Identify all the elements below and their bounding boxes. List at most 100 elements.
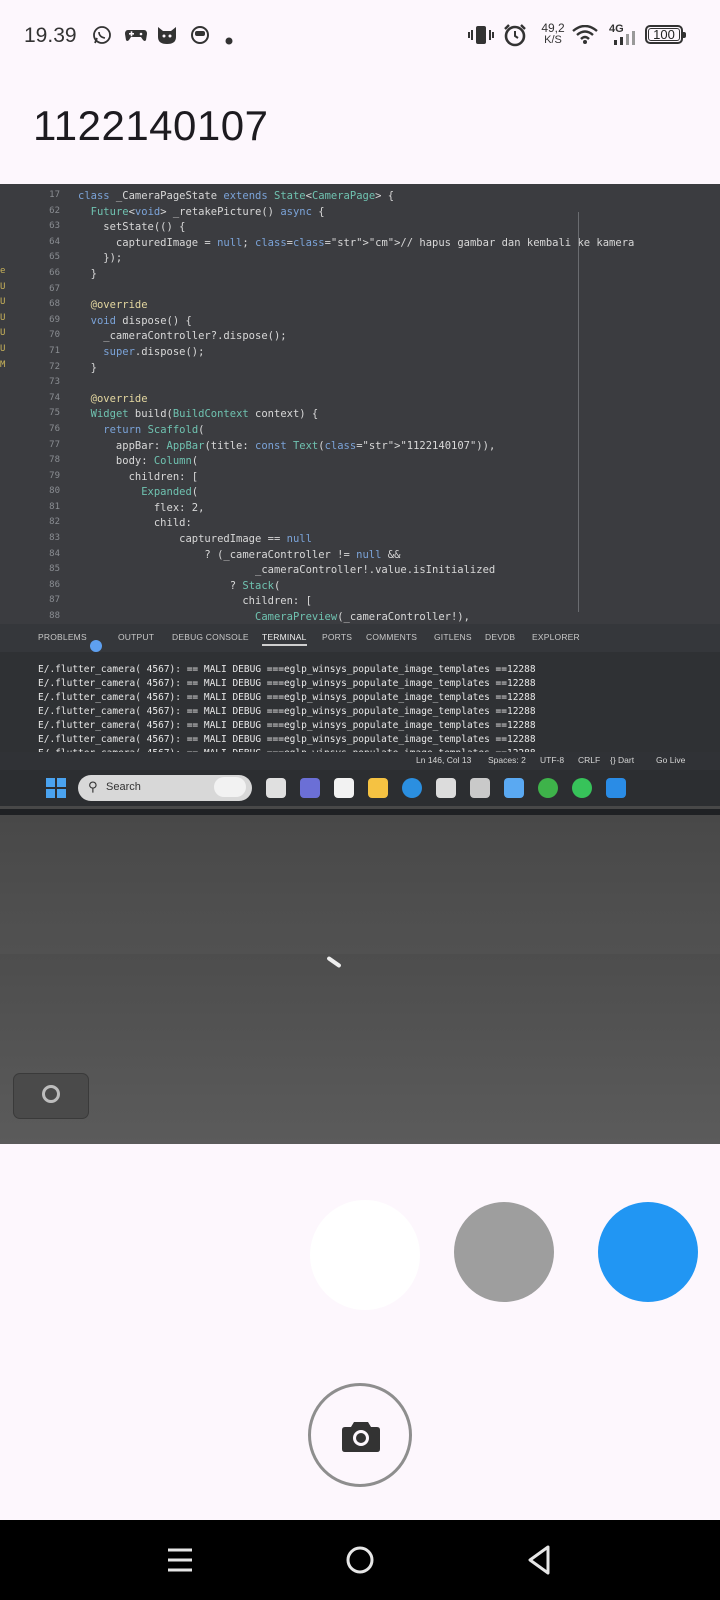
preview-tab-comments: COMMENTS (366, 632, 418, 642)
preview-taskbar: ⚲ Search (0, 770, 720, 806)
preview-line-number: 68 (49, 299, 60, 310)
preview-gutter-mark: M (0, 359, 6, 370)
preview-gutter-mark: U (0, 343, 6, 354)
preview-eol: CRLF (578, 755, 601, 765)
preview-line-number: 76 (49, 423, 60, 434)
preview-code-line (78, 377, 634, 393)
network-speed: 49,2 K/S (536, 22, 570, 46)
problems-badge (89, 640, 102, 652)
preview-tab-gitlens: GITLENS (434, 632, 472, 642)
preview-line-number: 65 (49, 252, 60, 263)
preview-line-number: 72 (49, 361, 60, 372)
preview-line-number: 83 (49, 533, 60, 544)
preview-code-line: ? Stack( (78, 579, 281, 592)
xbox-icon (538, 778, 558, 798)
preview-code-lines: class _CameraPageState extends State<Cam… (78, 190, 634, 627)
game-controller-icon (124, 27, 148, 48)
network-speed-value: 49,2 (541, 21, 565, 35)
preview-line-number: 70 (49, 330, 60, 341)
battery-nub (683, 32, 686, 38)
home-icon[interactable] (338, 1538, 382, 1582)
preview-line-number: 79 (49, 470, 60, 481)
preview-line-number: 81 (49, 501, 60, 512)
copilot-icon (334, 778, 354, 798)
preview-code-line: @override (90, 299, 148, 312)
preview-power-key (14, 1074, 88, 1118)
preview-tab-devdb: DEVDB (485, 632, 516, 642)
preview-go-live: Go Live (656, 755, 686, 765)
preview-code-editor: eUUUUUM 17 62 63 64 65 66 67 68 69 70 71 72 73 74 75 76… (0, 184, 720, 624)
github-icon (470, 778, 490, 798)
preview-line-number: 67 (49, 283, 60, 294)
preview-gutter-mark: U (0, 312, 6, 323)
preview-code-line: } (78, 267, 97, 280)
preview-terminal-line: E/.flutter_camera( 4567): == MALI DEBUG … (38, 664, 536, 675)
preview-code-line: Expanded( (141, 486, 199, 499)
vscode-icon (606, 778, 626, 798)
vibrate-icon (468, 24, 494, 51)
preview-terminal: E/.flutter_camera( 4567): == MALI DEBUG … (0, 652, 720, 774)
preview-terminal-line: E/.flutter_camera( 4567): == MALI DEBUG … (38, 692, 536, 703)
preview-line-number: 86 (49, 579, 60, 590)
power-icon (42, 1085, 60, 1103)
menu-icon[interactable] (158, 1538, 202, 1582)
preview-line-number: 73 (49, 377, 60, 388)
preview-code-line: void dispose() { (90, 314, 192, 327)
preview-line-number: 75 (49, 408, 60, 419)
preview-line-number: 77 (49, 439, 60, 450)
preview-code-line: Future<void> _retakePicture() async { (90, 205, 325, 218)
alarm-icon (503, 23, 527, 52)
preview-editor-statusline: Ln 146, Col 13 Spaces: 2 UTF-8 CRLF {} D… (0, 752, 720, 770)
preview-line-number: 71 (49, 345, 60, 356)
preview-line-number: 17 (49, 190, 60, 200)
dot-icon (225, 32, 233, 50)
camera-preview: eUUUUUM 17 62 63 64 65 66 67 68 69 70 71 72 73 74 75 76… (0, 184, 720, 1144)
cat-app-icon (156, 25, 178, 50)
file-explorer-icon (368, 778, 388, 798)
robot-app-icon (190, 25, 210, 50)
cellular-signal-icon (612, 29, 642, 50)
network-speed-unit: K/S (544, 34, 562, 46)
app-window-icon (504, 778, 524, 798)
battery-level: 100 (653, 27, 675, 42)
preview-editor-ruler (578, 212, 579, 612)
preview-gutter-marks: eUUUUUM (0, 266, 12, 375)
preview-code-line: body: Column( (78, 455, 199, 468)
preview-line-number: 85 (49, 564, 60, 575)
status-bar: 19.39 49,2 K/S 4G 100 (0, 0, 720, 72)
back-icon[interactable] (518, 1538, 562, 1582)
system-nav-bar (0, 1520, 720, 1600)
whatsapp-icon (92, 25, 112, 50)
task-view-icon (266, 778, 286, 798)
preview-code-line: return Scaffold( (103, 423, 205, 436)
color-option-grey[interactable] (454, 1202, 554, 1302)
store-icon (436, 778, 456, 798)
preview-tab-explorer: EXPLORER (532, 632, 580, 642)
color-option-white[interactable] (310, 1200, 420, 1310)
preview-line-number: 63 (49, 221, 60, 232)
preview-cursor-position: Ln 146, Col 13 (416, 755, 472, 765)
color-option-blue[interactable] (598, 1202, 698, 1302)
capture-button[interactable] (308, 1383, 412, 1487)
status-time: 19.39 (24, 24, 77, 47)
preview-encoding: UTF-8 (540, 755, 565, 765)
preview-line-number: 62 (49, 205, 60, 216)
preview-line-number: 87 (49, 595, 60, 606)
preview-terminal-line: E/.flutter_camera( 4567): == MALI DEBUG … (38, 720, 536, 731)
preview-code-line: appBar: AppBar(title: const Text(class="… (78, 439, 496, 452)
wifi-icon (572, 24, 598, 50)
preview-laptop-edge (0, 809, 720, 815)
search-icon: ⚲ (88, 779, 98, 794)
whatsapp-desktop-icon (572, 778, 592, 798)
preview-code-line: } (78, 361, 97, 374)
weather-icon (214, 777, 246, 797)
windows-start-icon (46, 778, 66, 798)
preview-line-number: 78 (49, 455, 60, 466)
preview-code-line: super.dispose(); (103, 345, 205, 358)
preview-line-number: 74 (49, 392, 60, 403)
preview-gutter-mark: U (0, 328, 6, 339)
app-bar: 1122140107 (0, 72, 720, 184)
preview-panel-tabs: PROBLEMS OUTPUT DEBUG CONSOLE TERMINAL P… (0, 624, 720, 652)
preview-line-number: 64 (49, 236, 60, 247)
page-title: 1122140107 (33, 102, 269, 149)
